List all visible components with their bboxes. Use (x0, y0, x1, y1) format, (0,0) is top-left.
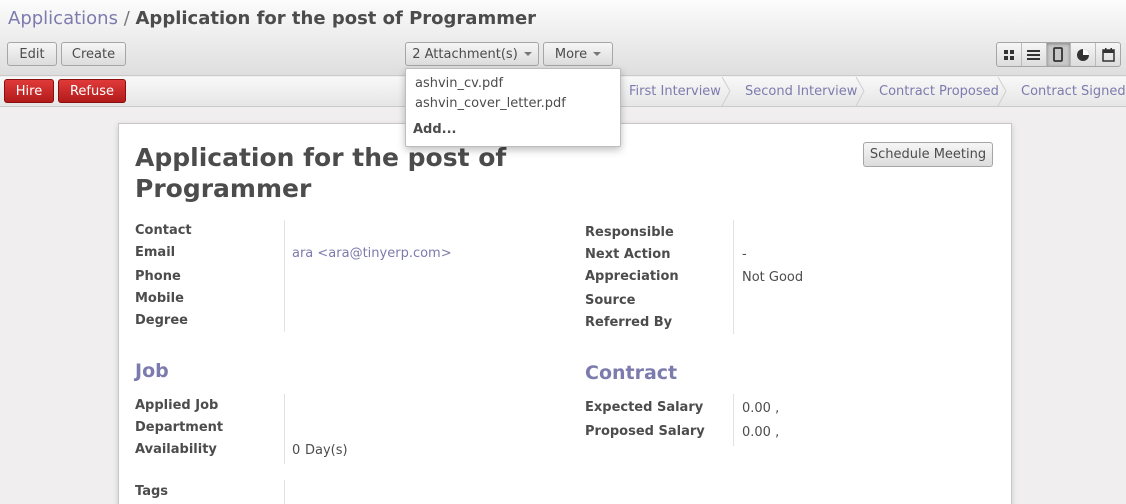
stage-separator-icon (721, 77, 731, 106)
kanban-view-button[interactable] (997, 43, 1022, 66)
expected-salary-value: 0.00 , (742, 401, 780, 416)
list-view-button[interactable] (1022, 43, 1047, 66)
proposed-salary-value: 0.00 , (742, 425, 780, 440)
degree-label: Degree (135, 313, 188, 328)
attachments-label: 2 Attachment(s) (412, 46, 518, 62)
edit-button[interactable]: Edit (7, 42, 57, 66)
stage-first-interview[interactable]: First Interview (629, 77, 721, 106)
email-value[interactable]: ara <ara@tinyerp.com> (292, 246, 452, 261)
mobile-label: Mobile (135, 291, 184, 306)
stage-second-interview[interactable]: Second Interview (745, 77, 857, 106)
department-label: Department (135, 420, 224, 435)
calendar-icon (1101, 47, 1115, 62)
more-label: More (554, 46, 588, 62)
attachment-item[interactable]: ashvin_cover_letter.pdf (415, 96, 566, 111)
referred-by-label: Referred By (585, 315, 673, 330)
divider (733, 220, 734, 334)
list-icon (1027, 49, 1041, 60)
attachments-dropdown: ashvin_cv.pdf ashvin_cover_letter.pdf Ad… (405, 68, 621, 147)
breadcrumb-applications-link[interactable]: Applications (8, 8, 118, 29)
view-switcher (996, 42, 1121, 67)
more-button[interactable]: More (543, 42, 613, 66)
availability-label: Availability (135, 442, 217, 457)
stage-contract-proposed[interactable]: Contract Proposed (879, 77, 999, 106)
stage-separator-icon (997, 77, 1007, 106)
graph-view-button[interactable] (1071, 43, 1097, 66)
calendar-view-button[interactable] (1096, 43, 1120, 66)
contact-label: Contact (135, 223, 192, 238)
tags-label: Tags (135, 484, 169, 499)
availability-value: 0 (292, 443, 301, 458)
phone-label: Phone (135, 269, 181, 284)
applied-job-label: Applied Job (135, 398, 219, 413)
breadcrumb: Applications / Application for the post … (8, 8, 536, 30)
breadcrumb-separator: / (123, 8, 130, 29)
schedule-meeting-button[interactable]: Schedule Meeting (863, 142, 993, 167)
chevron-down-icon (523, 52, 532, 56)
kanban-icon (1003, 49, 1014, 60)
pie-chart-icon (1077, 48, 1090, 61)
breadcrumb-current: Application for the post of Programmer (135, 8, 537, 29)
appreciation-label: Appreciation (585, 269, 679, 284)
divider (733, 394, 734, 446)
refuse-button[interactable]: Refuse (58, 79, 126, 103)
page-title: Application for the post of Programmer (135, 143, 507, 203)
job-section-heading: Job (135, 360, 169, 382)
form-icon (1053, 47, 1064, 62)
expected-salary-label: Expected Salary (585, 400, 704, 415)
chevron-down-icon (593, 52, 602, 56)
header: Applications / Application for the post … (0, 0, 1126, 76)
hire-button[interactable]: Hire (4, 79, 54, 103)
responsible-label: Responsible (585, 225, 674, 240)
contract-section-heading: Contract (585, 362, 678, 384)
form-sheet: Application for the post of Programmer S… (118, 123, 1012, 504)
next-action-label: Next Action (585, 247, 671, 262)
proposed-salary-label: Proposed Salary (585, 424, 705, 439)
attachment-item[interactable]: ashvin_cv.pdf (415, 76, 503, 91)
divider (284, 480, 285, 504)
next-action-value: - (742, 247, 747, 262)
stage-contract-signed[interactable]: Contract Signed (1021, 77, 1126, 106)
stage-separator-icon (855, 77, 865, 106)
create-button[interactable]: Create (61, 42, 126, 66)
attachments-button[interactable]: 2 Attachment(s) (405, 42, 539, 66)
form-view-button[interactable] (1046, 43, 1072, 66)
divider (284, 220, 285, 332)
appreciation-value: Not Good (742, 270, 804, 285)
source-label: Source (585, 293, 636, 308)
divider (284, 394, 285, 464)
email-label: Email (135, 245, 176, 260)
add-attachment-item[interactable]: Add... (413, 122, 457, 137)
availability-unit: Day(s) (305, 443, 348, 458)
